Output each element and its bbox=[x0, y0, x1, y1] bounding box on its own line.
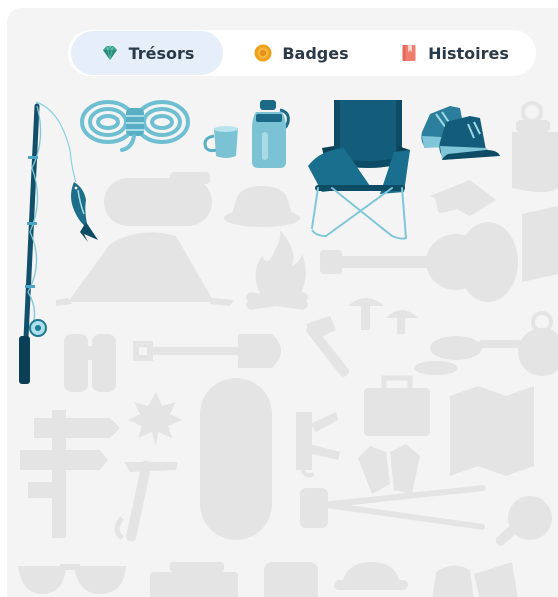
locked-sleeping-pad-silhouette[interactable] bbox=[104, 172, 212, 226]
tab-tresors-label: Trésors bbox=[128, 43, 195, 63]
tab-badges-label: Badges bbox=[282, 43, 349, 63]
locked-folded-map-silhouette[interactable] bbox=[450, 386, 534, 476]
tab-tresors[interactable]: Trésors bbox=[71, 31, 223, 75]
tab-histoires[interactable]: Histoires bbox=[379, 31, 529, 75]
locked-map-silhouette[interactable] bbox=[522, 206, 558, 282]
tab-badges[interactable]: Badges bbox=[223, 31, 379, 75]
tab-histoires-label: Histoires bbox=[428, 43, 509, 63]
book-icon bbox=[399, 43, 419, 63]
locked-sleeping-bag-silhouette[interactable] bbox=[200, 378, 272, 540]
locked-jar-silhouette[interactable] bbox=[264, 562, 318, 597]
gem-icon bbox=[100, 43, 120, 63]
coin-badge-icon bbox=[253, 43, 273, 63]
collection-tab-bar: Trésors Badges Histoires bbox=[68, 30, 536, 76]
